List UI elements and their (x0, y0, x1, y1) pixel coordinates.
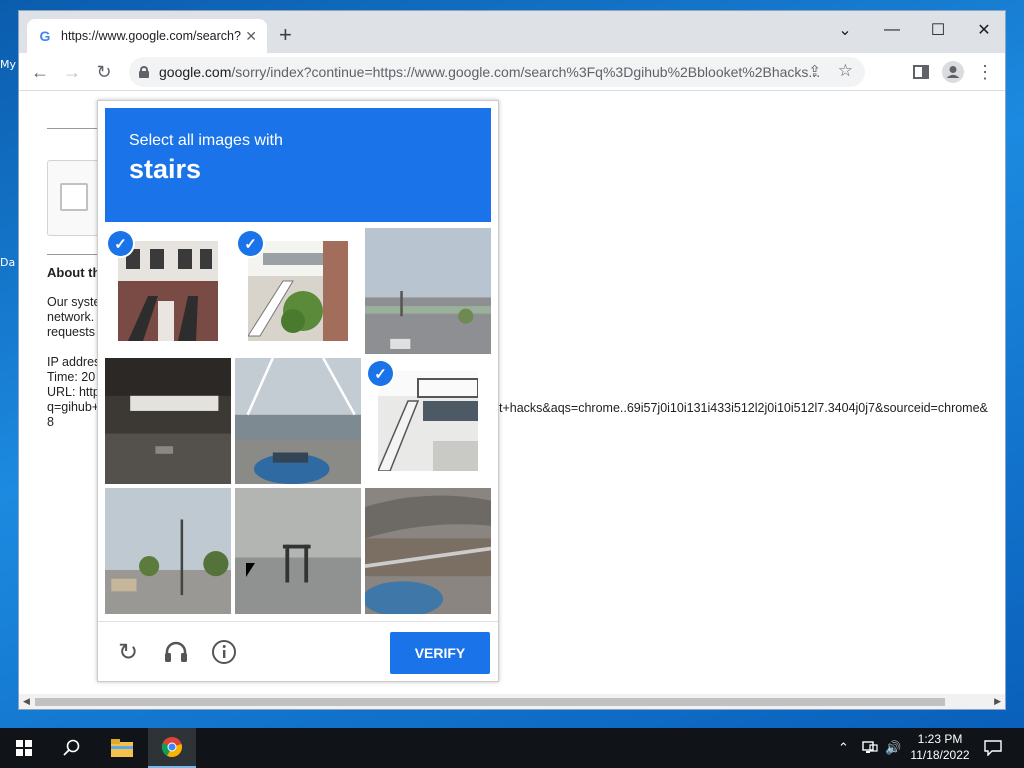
tile-image (365, 228, 491, 354)
new-tab-button[interactable]: + (279, 23, 292, 47)
show-hidden-icons-icon[interactable]: ⌃ (838, 728, 849, 768)
background-checkbox[interactable] (60, 183, 88, 211)
image-tile[interactable] (105, 358, 231, 484)
about-heading: About th (47, 265, 101, 280)
scroll-right-icon[interactable]: ▶ (994, 696, 1001, 707)
divider (47, 254, 99, 255)
image-tile[interactable] (235, 358, 361, 484)
notifications-icon[interactable] (984, 728, 1002, 768)
info-icon[interactable] (210, 638, 238, 666)
image-tile[interactable]: ✓ (235, 228, 361, 354)
tile-image (105, 488, 231, 614)
taskbar: ⌃ 🔊 1:23 PM 11/18/2022 (0, 728, 1024, 768)
image-tile[interactable]: ✓ (105, 228, 231, 354)
maximize-button[interactable]: ☐ (915, 15, 961, 45)
paragraph-line: Our syste (47, 295, 101, 309)
info-line: IP addres (47, 355, 101, 369)
tab-title: https://www.google.com/search? (61, 29, 241, 43)
volume-icon[interactable]: 🔊 (885, 728, 901, 768)
desktop-icon-label[interactable]: Da (0, 256, 15, 269)
scroll-left-icon[interactable]: ◀ (23, 696, 30, 707)
image-tile[interactable]: ✓ (365, 358, 491, 484)
reload-button[interactable]: ↻ (92, 60, 116, 84)
challenge-instruction: Select all images with (129, 132, 283, 149)
search-icon[interactable] (48, 728, 96, 768)
checkmark-icon: ✓ (108, 231, 133, 256)
image-tile[interactable] (105, 488, 231, 614)
image-grid: ✓ ✓ ✓ (105, 228, 491, 614)
image-tile[interactable] (235, 488, 361, 614)
bookmark-star-icon[interactable]: ☆ (838, 61, 853, 81)
tab-strip: G https://www.google.com/search? ✕ + ⌄ —… (19, 11, 1005, 53)
address-bar[interactable]: google.com/sorry/index?continue=https://… (129, 57, 865, 87)
info-line: 8 (47, 415, 54, 429)
tile-image (105, 358, 231, 484)
share-icon[interactable]: ⇪ (808, 62, 821, 80)
info-line: Time: 20 (47, 370, 96, 384)
google-favicon-icon: G (39, 28, 51, 44)
challenge-footer: ↻ VERIFY (98, 621, 498, 683)
clock-date: 11/18/2022 (910, 748, 970, 762)
close-window-button[interactable]: ✕ (961, 15, 1007, 45)
windows-start-icon[interactable] (0, 728, 48, 768)
chevron-down-icon[interactable]: ⌄ (822, 15, 868, 45)
tile-image (365, 488, 491, 614)
system-clock[interactable]: 1:23 PM 11/18/2022 (904, 731, 976, 763)
clock-time: 1:23 PM (917, 732, 963, 746)
scrollbar-thumb[interactable] (35, 698, 945, 706)
browser-toolbar: ← → ↻ google.com/sorry/index?continue=ht… (19, 53, 1005, 91)
network-icon[interactable] (862, 728, 878, 768)
tile-image (235, 358, 361, 484)
recaptcha-challenge: Select all images with stairs ✓ ✓ ✓ ↻ VE… (97, 100, 499, 682)
checkmark-icon: ✓ (368, 361, 393, 386)
info-line: q=gihub+ (47, 400, 100, 414)
profile-avatar-icon[interactable] (941, 60, 965, 84)
file-explorer-icon[interactable] (98, 728, 146, 768)
tile-image (235, 488, 361, 614)
browser-tab[interactable]: G https://www.google.com/search? ✕ (27, 19, 267, 53)
menu-kebab-icon[interactable]: ⋮ (973, 60, 997, 84)
reload-challenge-icon[interactable]: ↻ (114, 638, 142, 666)
image-tile[interactable] (365, 228, 491, 354)
image-tile[interactable] (365, 488, 491, 614)
url-text[interactable]: google.com/sorry/index?continue=https://… (159, 64, 819, 80)
tile-image (248, 241, 348, 341)
verify-button[interactable]: VERIFY (390, 632, 490, 674)
tile-image (118, 241, 218, 341)
horizontal-scrollbar[interactable]: ◀ ▶ (19, 694, 1005, 709)
challenge-target: stairs (129, 154, 202, 184)
chrome-icon[interactable] (148, 728, 196, 768)
paragraph-line: requests (47, 325, 95, 339)
side-panel-icon[interactable] (909, 60, 933, 84)
close-tab-icon[interactable]: ✕ (245, 28, 257, 45)
forward-button[interactable]: → (60, 60, 84, 84)
desktop-icon-label[interactable]: My (0, 58, 16, 71)
checkmark-icon: ✓ (238, 231, 263, 256)
challenge-header: Select all images with stairs (105, 108, 491, 222)
minimize-button[interactable]: — (869, 15, 915, 45)
url-tail-text: t+hacks&aqs=chrome..69i57j0i10i131i433i5… (499, 401, 988, 415)
audio-challenge-icon[interactable] (162, 638, 190, 666)
paragraph-line: network. (47, 310, 95, 324)
mouse-cursor-icon (246, 563, 255, 577)
divider (47, 128, 99, 129)
tile-image (378, 371, 478, 471)
lock-icon[interactable] (139, 66, 149, 78)
back-button[interactable]: ← (28, 60, 52, 84)
info-line: URL: http (47, 385, 100, 399)
